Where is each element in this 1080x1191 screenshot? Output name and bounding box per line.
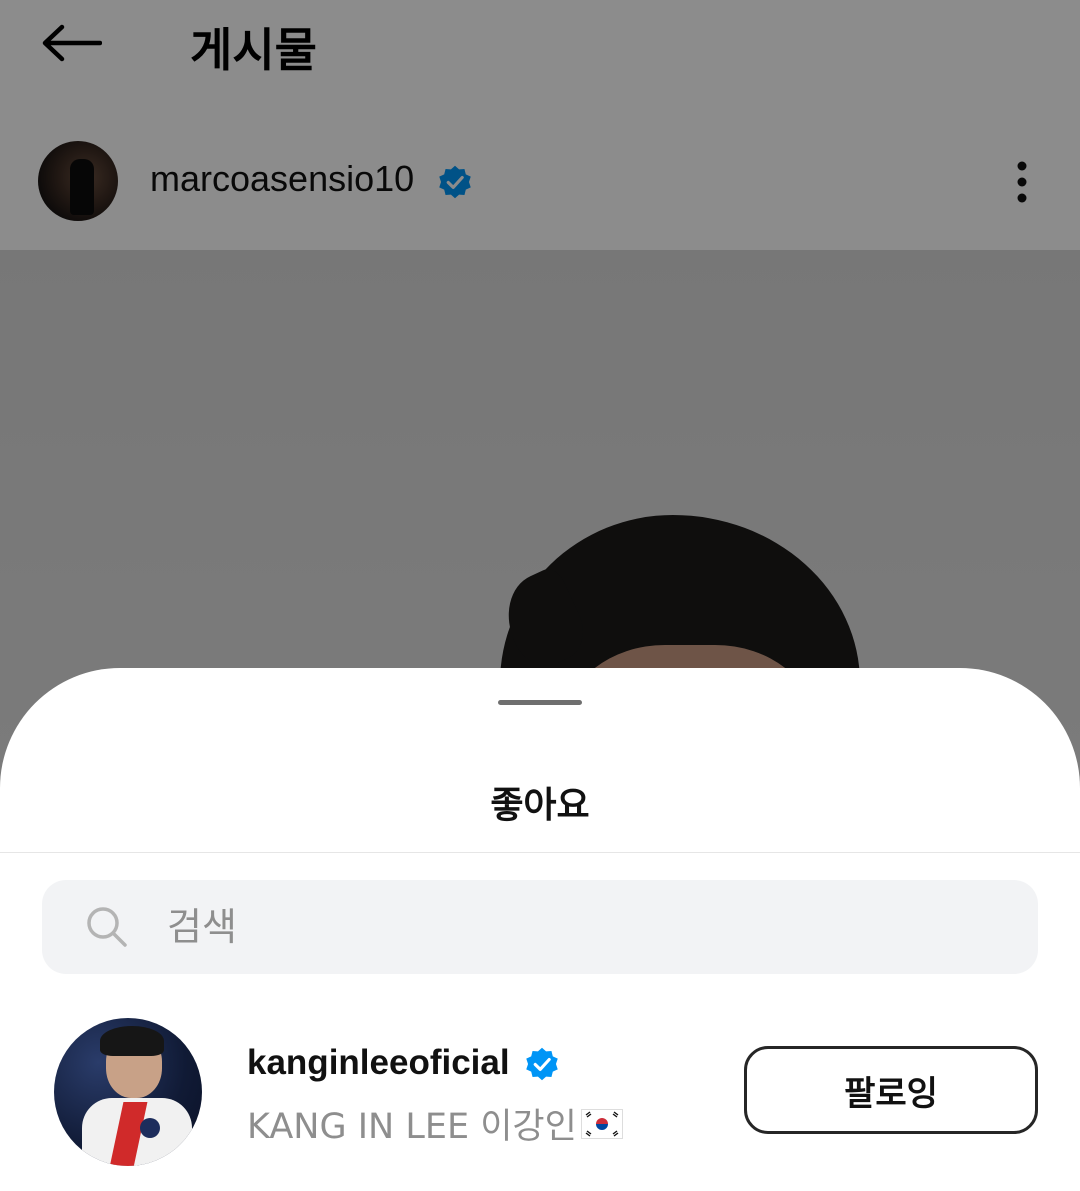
avatar[interactable] bbox=[54, 1018, 202, 1166]
likes-bottom-sheet: 좋아요 kanginleeoficial KANG I bbox=[0, 668, 1080, 1191]
search-input[interactable] bbox=[167, 880, 987, 974]
list-item[interactable]: kanginleeoficial KANG IN LEE 이강인 팔로잉 bbox=[0, 1014, 1080, 1166]
screen: 게시물 marcoasensio10 좋아요 검색 kanginleeofici… bbox=[0, 0, 1080, 1191]
following-button[interactable]: 팔로잉 bbox=[744, 1046, 1038, 1134]
user-full-name-row: KANG IN LEE 이강인 bbox=[247, 1098, 623, 1149]
sheet-title: 좋아요 bbox=[490, 785, 590, 826]
search-bar[interactable] bbox=[42, 880, 1038, 974]
search-icon bbox=[87, 907, 127, 947]
verified-badge-icon bbox=[526, 1047, 558, 1081]
south-korea-flag-icon bbox=[580, 1108, 623, 1139]
user-username[interactable]: kanginleeoficial bbox=[247, 1043, 510, 1083]
user-full-name: KANG IN LEE 이강인 bbox=[247, 1107, 577, 1147]
divider bbox=[0, 852, 1080, 853]
drag-handle[interactable] bbox=[498, 700, 582, 705]
